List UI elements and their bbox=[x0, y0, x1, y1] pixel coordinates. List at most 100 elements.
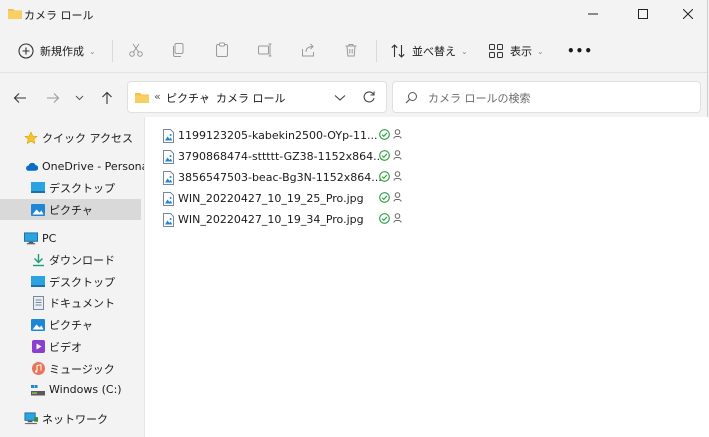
nav-quick-access[interactable]: クイック アクセス bbox=[0, 127, 141, 148]
computer-icon bbox=[24, 232, 38, 246]
chevron-down-icon: ⌄ bbox=[89, 46, 96, 56]
document-icon bbox=[31, 295, 45, 310]
nav-windows-c[interactable]: Windows (C:) bbox=[0, 379, 141, 400]
cloud-icon bbox=[24, 160, 38, 174]
plus-circle-icon bbox=[18, 43, 34, 59]
sort-icon bbox=[391, 44, 405, 58]
nav-downloads[interactable]: ダウンロード bbox=[0, 249, 141, 270]
nav-label: デスクトップ bbox=[49, 181, 115, 195]
video-icon bbox=[31, 340, 45, 354]
file-name: WIN_20220427_10_19_34_Pro.jpg bbox=[178, 213, 364, 226]
file-item[interactable]: 1199123205-kabekin2500-OYp-11... bbox=[163, 126, 423, 146]
delete-icon[interactable] bbox=[343, 42, 359, 61]
refresh-icon[interactable] bbox=[362, 90, 376, 107]
sync-ok-icon bbox=[379, 129, 390, 143]
image-file-icon bbox=[163, 213, 174, 230]
nav-label: PC bbox=[42, 232, 57, 245]
share-icon[interactable] bbox=[300, 42, 316, 61]
sync-ok-icon bbox=[379, 150, 390, 164]
maximize-icon bbox=[638, 9, 648, 19]
nav-desktop[interactable]: デスクトップ bbox=[0, 271, 141, 292]
forward-button[interactable] bbox=[42, 88, 64, 108]
nav-onedrive-pictures[interactable]: ピクチャ bbox=[0, 199, 141, 220]
nav-onedrive[interactable]: OneDrive - Personal bbox=[0, 156, 151, 177]
up-button[interactable] bbox=[96, 88, 118, 108]
nav-label: ビデオ bbox=[49, 340, 82, 354]
nav-pc[interactable]: PC bbox=[0, 228, 141, 249]
sort-button[interactable]: 並べ替え ⌄ bbox=[390, 38, 468, 64]
copy-icon[interactable] bbox=[171, 42, 187, 61]
view-button-label: 表示 bbox=[510, 45, 532, 58]
sort-button-label: 並べ替え bbox=[412, 45, 456, 58]
nav-label: デスクトップ bbox=[49, 275, 115, 289]
overflow-crumb[interactable]: « bbox=[154, 90, 161, 103]
chevron-down-icon: ⌄ bbox=[537, 46, 544, 56]
breadcrumb-separator[interactable]: › bbox=[204, 90, 208, 103]
nav-label: ピクチャ bbox=[49, 318, 93, 332]
new-button-label: 新規作成 bbox=[40, 45, 84, 58]
folder-icon bbox=[135, 92, 149, 106]
back-button[interactable] bbox=[9, 88, 31, 108]
file-name: WIN_20220427_10_19_25_Pro.jpg bbox=[178, 192, 364, 205]
close-button[interactable] bbox=[665, 0, 709, 28]
nav-documents[interactable]: ドキュメント bbox=[0, 292, 141, 313]
new-button[interactable]: 新規作成 ⌄ bbox=[18, 38, 96, 64]
nav-onedrive-desktop[interactable]: デスクトップ bbox=[0, 177, 141, 198]
view-grid-icon bbox=[489, 44, 503, 58]
network-icon bbox=[24, 412, 38, 426]
address-dropdown-icon[interactable] bbox=[334, 92, 346, 105]
maximize-button[interactable] bbox=[620, 0, 666, 28]
nav-label: ミュージック bbox=[49, 362, 115, 376]
shared-user-icon bbox=[393, 213, 402, 226]
search-box[interactable]: カメラ ロールの検索 bbox=[392, 81, 701, 113]
nav-label: クイック アクセス bbox=[42, 131, 133, 145]
nav-label: ダウンロード bbox=[49, 253, 115, 267]
music-icon bbox=[31, 362, 45, 376]
close-icon bbox=[683, 9, 693, 19]
nav-network[interactable]: ネットワーク bbox=[0, 408, 141, 429]
shared-user-icon bbox=[393, 171, 402, 184]
image-file-icon bbox=[163, 150, 174, 167]
minimize-icon bbox=[588, 13, 598, 15]
nav-label: Windows (C:) bbox=[49, 383, 122, 396]
image-file-icon bbox=[163, 171, 174, 188]
recent-locations-button[interactable] bbox=[68, 88, 90, 108]
star-icon bbox=[24, 130, 38, 145]
shared-user-icon bbox=[393, 129, 402, 142]
paste-icon[interactable] bbox=[214, 42, 230, 61]
file-item[interactable]: WIN_20220427_10_19_25_Pro.jpg bbox=[163, 189, 423, 209]
arrow-up-icon bbox=[102, 91, 112, 104]
file-name: 1199123205-kabekin2500-OYp-11... bbox=[178, 129, 378, 142]
download-icon bbox=[31, 253, 45, 267]
file-item[interactable]: WIN_20220427_10_19_34_Pro.jpg bbox=[163, 210, 423, 230]
breadcrumb-camera-roll[interactable]: カメラ ロール bbox=[216, 90, 286, 106]
nav-label: OneDrive - Personal bbox=[42, 160, 152, 173]
minimize-button[interactable] bbox=[570, 0, 616, 28]
file-list: 1199123205-kabekin2500-OYp-11... 37908684… bbox=[144, 117, 709, 437]
nav-label: ネットワーク bbox=[42, 412, 108, 426]
rename-icon[interactable] bbox=[257, 42, 273, 61]
address-bar[interactable]: « ピクチャ › カメラ ロール bbox=[127, 81, 387, 113]
nav-pictures[interactable]: ピクチャ bbox=[0, 314, 141, 335]
file-item[interactable]: 3790868474-sttttt-GZ38-1152x864... bbox=[163, 147, 423, 167]
folder-icon bbox=[8, 7, 22, 22]
view-button[interactable]: 表示 ⌄ bbox=[488, 38, 544, 64]
chevron-down-icon bbox=[75, 95, 83, 101]
shared-user-icon bbox=[393, 150, 402, 163]
more-options-button[interactable]: ••• bbox=[567, 38, 593, 64]
file-name: 3856547503-beac-Bg3N-1152x864... bbox=[178, 171, 382, 184]
sync-ok-icon bbox=[379, 171, 390, 185]
arrow-left-icon bbox=[13, 93, 26, 103]
more-icon: ••• bbox=[567, 44, 594, 58]
nav-videos[interactable]: ビデオ bbox=[0, 336, 141, 357]
nav-label: ドキュメント bbox=[49, 296, 115, 310]
nav-music[interactable]: ミュージック bbox=[0, 358, 141, 379]
image-file-icon bbox=[163, 192, 174, 209]
chevron-down-icon: ⌄ bbox=[461, 46, 468, 56]
cut-icon[interactable] bbox=[128, 42, 144, 61]
navigation-pane: クイック アクセス OneDrive - Personal デスクトップ ピクチ… bbox=[0, 117, 151, 437]
file-item[interactable]: 3856547503-beac-Bg3N-1152x864... bbox=[163, 168, 423, 188]
drive-icon bbox=[31, 383, 45, 397]
nav-label: ピクチャ bbox=[49, 203, 93, 217]
sync-ok-icon bbox=[379, 192, 390, 206]
